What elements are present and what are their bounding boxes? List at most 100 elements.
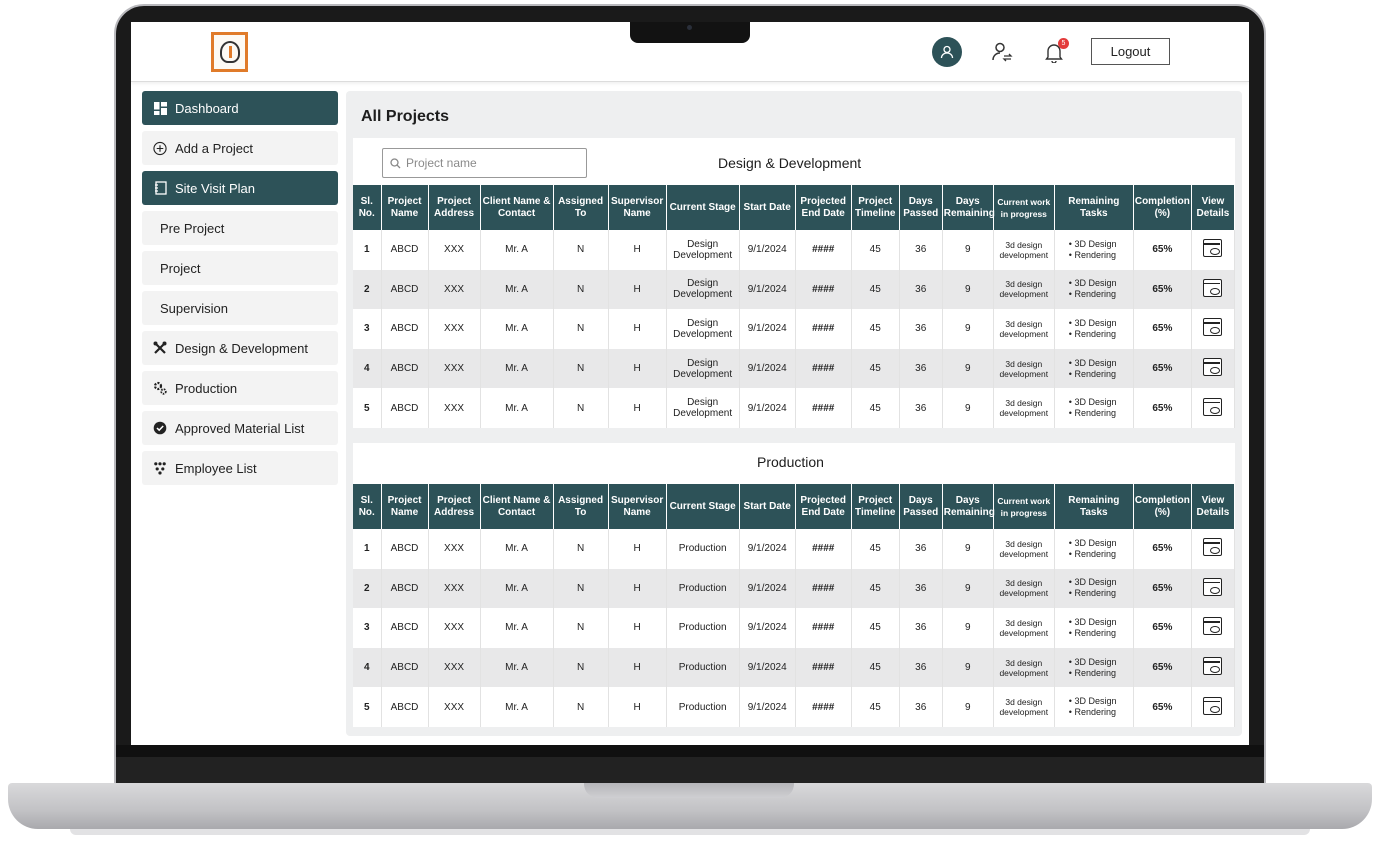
view-details-icon[interactable] [1203,358,1223,377]
column-header: Client Name & Contact [480,484,554,529]
cell-timeline: 45 [851,230,900,270]
screen-bezel [116,745,1264,757]
task-item: • Rendering [1069,628,1133,639]
sidebar-item-pre-project[interactable]: Pre Project [142,211,338,245]
sidebar-item-dashboard[interactable]: Dashboard [142,91,338,125]
column-header: Completion (%) [1133,185,1192,230]
view-details-icon[interactable] [1203,318,1223,337]
sidebar-item-supervision[interactable]: Supervision [142,291,338,325]
task-label: Rendering [1074,707,1116,718]
cell-name: ABCD [381,647,429,688]
cell-name: ABCD [381,388,429,428]
cell-wip: 3d design development [993,309,1055,349]
cell-completion: 65% [1133,687,1192,727]
cell-assigned: N [553,529,609,569]
column-header: Projected End Date [795,484,852,529]
cell-remaining: 9 [942,687,994,727]
cell-end: #### [795,388,852,428]
main-content: All Projects Design & Development Sl. No… [346,91,1242,736]
column-header: Days Passed [899,185,943,230]
cell-timeline: 45 [851,608,900,648]
cell-timeline: 45 [851,687,900,727]
column-header: Current work in progress [993,185,1055,230]
view-details-icon[interactable] [1203,239,1223,258]
cell-remaining: 9 [942,568,994,609]
view-details-icon[interactable] [1203,657,1223,676]
task-label: 3D Design [1074,656,1117,667]
cell-completion: 65% [1133,529,1192,569]
cell-stage: Design Development [666,269,740,310]
task-item: • 3D Design [1069,657,1133,668]
cell-supervisor: H [608,309,667,349]
cell-remaining: 9 [942,309,994,349]
cell-end: #### [795,230,852,270]
cell-name: ABCD [381,309,429,349]
cell-client: Mr. A [480,647,554,688]
task-item: • 3D Design [1069,696,1133,707]
cell-completion: 65% [1133,348,1192,389]
cell-sl: 3 [353,608,382,648]
task-label: Rendering [1074,548,1116,559]
column-header: Current Stage [666,484,740,529]
cell-wip: 3d design development [993,568,1055,609]
column-header: Days Passed [899,484,943,529]
cell-view-details [1191,230,1236,270]
sidebar-item-production[interactable]: Production [142,371,338,405]
search-input[interactable] [406,156,576,170]
view-details-icon[interactable] [1203,397,1223,416]
view-details-icon[interactable] [1203,696,1223,715]
projects-table: Sl. No. Project Name Project Address Client… [353,484,1236,727]
cell-remaining-tasks: • 3D Design • Rendering [1054,230,1134,270]
cell-passed: 36 [899,388,943,428]
column-header: Client Name & Contact [480,185,554,230]
cell-passed: 36 [899,608,943,648]
company-logo[interactable] [211,32,248,72]
logout-button[interactable]: Logout [1091,38,1170,65]
cell-sl: 2 [353,269,382,310]
cell-remaining: 9 [942,388,994,428]
cell-sl: 4 [353,647,382,688]
table-row: 5 ABCD XXX Mr. A N H Production 9/1/2024 #### 45 3… [353,687,1236,727]
cell-client: Mr. A [480,269,554,310]
profile-avatar[interactable] [932,37,962,67]
cell-timeline: 45 [851,348,900,389]
notifications-button[interactable]: 5 [1039,37,1069,67]
production-card: Production Sl. No. Project Name Project Ad… [353,443,1236,727]
sidebar-item-employee-list[interactable]: Employee List [142,451,338,485]
page-title: All Projects [361,108,450,125]
table-row: 3 ABCD XXX Mr. A N H Production 9/1/2024 #### 45 3… [353,608,1236,648]
sidebar-item-project[interactable]: Project [142,251,338,285]
cell-passed: 36 [899,309,943,349]
task-label: Rendering [1074,249,1116,260]
view-details-icon[interactable] [1203,538,1223,557]
search-box[interactable] [382,148,587,178]
sidebar-item-design-development[interactable]: Design & Development [142,331,338,365]
column-header: Completion (%) [1133,484,1192,529]
view-details-icon[interactable] [1203,577,1223,596]
cell-start: 9/1/2024 [739,647,796,688]
task-label: 3D Design [1074,616,1117,627]
cell-start: 9/1/2024 [739,529,796,569]
view-details-icon[interactable] [1203,278,1223,297]
cell-completion: 65% [1133,230,1192,270]
dashboard-icon [153,101,167,115]
sidebar-item-label: Project [160,260,201,276]
cell-view-details [1191,309,1236,349]
cell-completion: 65% [1133,647,1192,688]
cell-passed: 36 [899,348,943,389]
task-label: 3D Design [1074,397,1117,408]
cell-client: Mr. A [480,348,554,389]
sidebar-item-site-visit-plan[interactable]: Site Visit Plan [142,171,338,205]
cell-wip: 3d design development [993,608,1055,648]
switch-user-button[interactable] [987,37,1017,67]
cell-passed: 36 [899,529,943,569]
sidebar-item-add-project[interactable]: Add a Project [142,131,338,165]
cell-timeline: 45 [851,647,900,688]
view-details-icon[interactable] [1203,617,1223,636]
cell-timeline: 45 [851,388,900,428]
cell-sl: 2 [353,568,382,609]
cell-sl: 4 [353,348,382,389]
cell-completion: 65% [1133,568,1192,609]
cell-wip: 3d design development [993,348,1055,389]
sidebar-item-approved-material-list[interactable]: Approved Material List [142,411,338,445]
